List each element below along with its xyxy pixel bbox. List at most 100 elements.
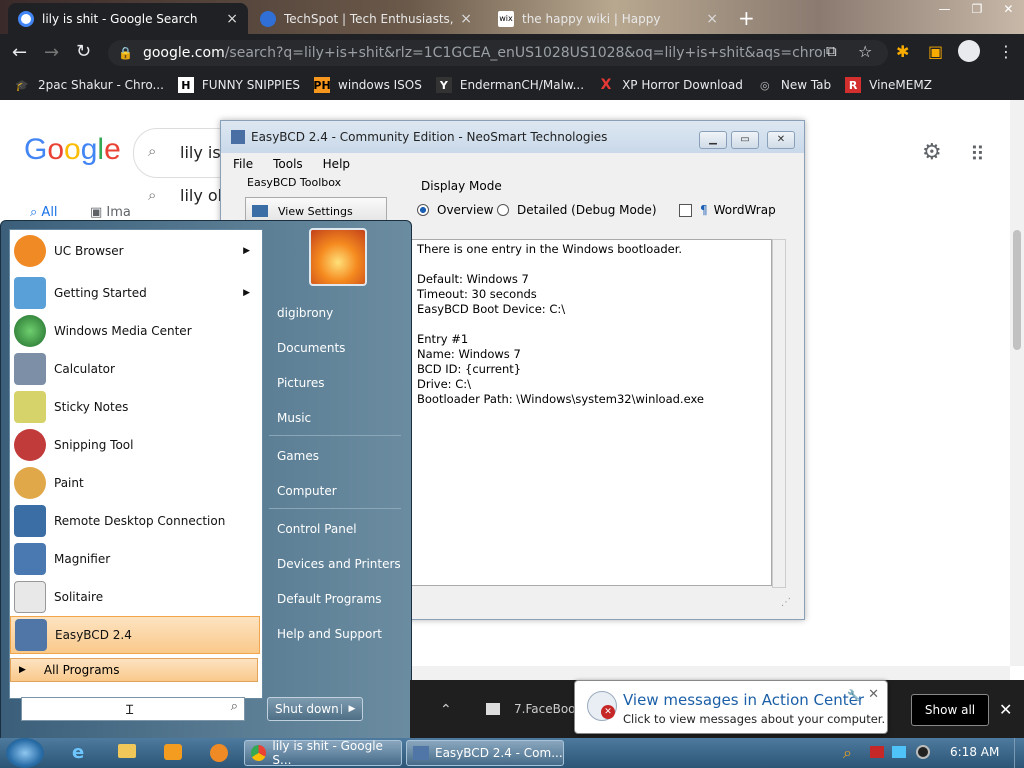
close-tab-icon[interactable]: × xyxy=(460,11,472,27)
bookmark-funny-snippies[interactable]: H FUNNY SNIPPIES xyxy=(177,77,300,93)
address-bar[interactable]: 🔒 google.com /search?q=lily+is+shit&rlz=… xyxy=(108,40,888,66)
start-right-item-documents[interactable]: Documents xyxy=(277,341,345,355)
uc-browser-taskbar-icon[interactable] xyxy=(210,744,228,762)
extensions-icon[interactable]: ✱ xyxy=(896,42,909,61)
program-snipping-tool[interactable]: Snipping Tool xyxy=(10,426,260,464)
bookmark-new-tab[interactable]: ◎ New Tab xyxy=(757,77,831,93)
tab-techspot[interactable]: TechSpot | Tech Enthusiasts, Pow × xyxy=(250,3,482,34)
new-tab-button[interactable]: + xyxy=(738,6,755,30)
shutdown-button[interactable]: Shut down ▶ xyxy=(267,697,363,721)
all-programs-button[interactable]: ▶ All Programs xyxy=(10,658,258,682)
bookmark-star-icon[interactable]: ☆ xyxy=(858,42,872,61)
scrollbar-thumb[interactable] xyxy=(1013,230,1021,350)
start-right-item-help-support[interactable]: Help and Support xyxy=(277,627,382,641)
tab-google-search[interactable]: lily is shit - Google Search × xyxy=(8,3,248,34)
tray-search-icon[interactable]: ⌕ xyxy=(843,743,852,763)
program-paint[interactable]: Paint xyxy=(10,464,260,502)
start-right-item-games[interactable]: Games xyxy=(277,449,319,463)
bookmark-vinememz[interactable]: R VineMEMZ xyxy=(845,77,932,93)
clock[interactable]: 6:18 AM xyxy=(950,745,999,759)
side-panel-icon[interactable]: ▣ xyxy=(928,42,943,61)
profile-avatar[interactable] xyxy=(958,40,980,62)
action-center-flag-icon[interactable] xyxy=(870,746,884,758)
tab-images[interactable]: ▣ Ima xyxy=(90,205,131,220)
horizontal-scrollbar[interactable] xyxy=(410,666,1010,680)
start-right-item-computer[interactable]: Computer xyxy=(277,484,337,498)
start-right-item-default-programs[interactable]: Default Programs xyxy=(277,592,382,606)
media-player-icon[interactable] xyxy=(164,744,182,760)
menu-file[interactable]: File xyxy=(233,157,253,171)
wrench-icon[interactable]: 🔧 xyxy=(847,689,861,702)
volume-icon[interactable] xyxy=(916,745,930,759)
show-desktop-button[interactable] xyxy=(1014,738,1024,768)
program-easybcd[interactable]: EasyBCD 2.4 xyxy=(10,616,260,654)
start-divider xyxy=(269,508,401,509)
menu-tools[interactable]: Tools xyxy=(273,157,303,171)
program-uc-browser[interactable]: UC Browser ▶ xyxy=(10,232,260,270)
wordwrap-checkbox[interactable]: ¶ WordWrap xyxy=(679,203,776,217)
program-getting-started[interactable]: Getting Started ▶ xyxy=(10,274,260,312)
settings-gear-icon[interactable]: ⚙ xyxy=(922,140,942,165)
action-center-balloon[interactable]: ✕ View messages in Action Center Click t… xyxy=(574,680,888,734)
program-calculator[interactable]: Calculator xyxy=(10,350,260,388)
close-window-icon[interactable]: ✕ xyxy=(1003,2,1013,18)
forward-icon[interactable]: → xyxy=(44,42,59,63)
bookmark-2pac[interactable]: 🎓 2pac Shakur - Chro... xyxy=(14,77,164,93)
google-search-input[interactable]: lily is xyxy=(180,143,221,162)
search-icon[interactable]: ⌕ xyxy=(231,699,238,714)
easybcd-close-button[interactable]: ✕ xyxy=(767,131,795,149)
chevron-up-icon[interactable]: ⌃ xyxy=(440,702,452,718)
resize-grip-icon[interactable]: ⋰ xyxy=(781,597,791,608)
bookmark-xp-horror[interactable]: X XP Horror Download xyxy=(598,77,743,93)
apps-grid-icon[interactable]: ⠿ xyxy=(970,142,985,166)
program-media-center[interactable]: Windows Media Center xyxy=(10,312,260,350)
restore-icon[interactable]: ❐ xyxy=(972,2,983,18)
balloon-close-icon[interactable]: ✕ xyxy=(868,687,879,702)
network-icon[interactable] xyxy=(892,746,906,758)
calculator-icon xyxy=(14,353,46,385)
cast-icon[interactable]: ⧉ xyxy=(826,42,837,60)
dismiss-close-icon[interactable]: ✕ xyxy=(999,700,1012,719)
close-tab-icon[interactable]: × xyxy=(706,11,718,27)
start-right-item-pictures[interactable]: Pictures xyxy=(277,376,325,390)
easybcd-maximize-button[interactable]: ▭ xyxy=(731,131,759,149)
menu-kebab-icon[interactable]: ⋮ xyxy=(998,42,1014,61)
page-scrollbar[interactable] xyxy=(1010,100,1024,666)
user-picture[interactable] xyxy=(309,228,367,286)
start-right-item-devices-printers[interactable]: Devices and Printers xyxy=(277,557,401,571)
output-scrollbar[interactable] xyxy=(772,239,786,588)
easybcd-minimize-button[interactable]: ▁ xyxy=(699,131,727,149)
show-all-button[interactable]: Show all xyxy=(911,694,989,726)
overview-radio[interactable]: Overview xyxy=(417,203,494,217)
start-search-input[interactable]: ⌕ Ɪ xyxy=(21,697,245,721)
folder-icon[interactable] xyxy=(118,744,136,758)
reload-icon[interactable]: ↻ xyxy=(76,41,91,62)
start-right-item-music[interactable]: Music xyxy=(277,411,311,425)
tab-all[interactable]: ⌕ All xyxy=(30,205,58,220)
start-right-item-control-panel[interactable]: Control Panel xyxy=(277,522,357,536)
start-right-item-digibrony[interactable]: digibrony xyxy=(277,306,333,320)
taskbar-item-chrome[interactable]: lily is shit - Google S... xyxy=(244,739,402,767)
shutdown-options-arrow-icon[interactable]: ▶ xyxy=(341,704,362,714)
taskbar-item-easybcd[interactable]: EasyBCD 2.4 - Com... xyxy=(406,740,564,766)
menu-help[interactable]: Help xyxy=(323,157,350,171)
back-icon[interactable]: ← xyxy=(12,42,27,63)
program-solitaire[interactable]: Solitaire xyxy=(10,578,260,616)
start-orb-button[interactable] xyxy=(6,738,44,768)
close-tab-icon[interactable]: × xyxy=(226,11,238,27)
bookmark-endermanch[interactable]: Y EndermanCH/Malw... xyxy=(435,77,584,93)
detailed-radio[interactable]: Detailed (Debug Mode) xyxy=(497,203,657,217)
bookmark-windows-isos[interactable]: PH windows ISOS xyxy=(313,77,422,93)
program-sticky-notes[interactable]: Sticky Notes xyxy=(10,388,260,426)
lock-icon: 🔒 xyxy=(118,46,133,60)
program-remote-desktop[interactable]: Remote Desktop Connection xyxy=(10,502,260,540)
notification-item-facebook[interactable]: 7.FaceBoo xyxy=(486,702,576,716)
bootloader-output[interactable]: There is one entry in the Windows bootlo… xyxy=(409,239,772,586)
google-logo[interactable]: Google xyxy=(24,133,121,167)
chrome-icon xyxy=(251,745,267,761)
mortarboard-icon: 🎓 xyxy=(15,78,29,92)
internet-explorer-icon[interactable]: e xyxy=(72,742,84,763)
tab-happy-wiki[interactable]: wix the happy wiki | Happy × xyxy=(488,3,728,34)
program-magnifier[interactable]: Magnifier xyxy=(10,540,260,578)
minimize-icon[interactable]: — xyxy=(939,2,951,18)
